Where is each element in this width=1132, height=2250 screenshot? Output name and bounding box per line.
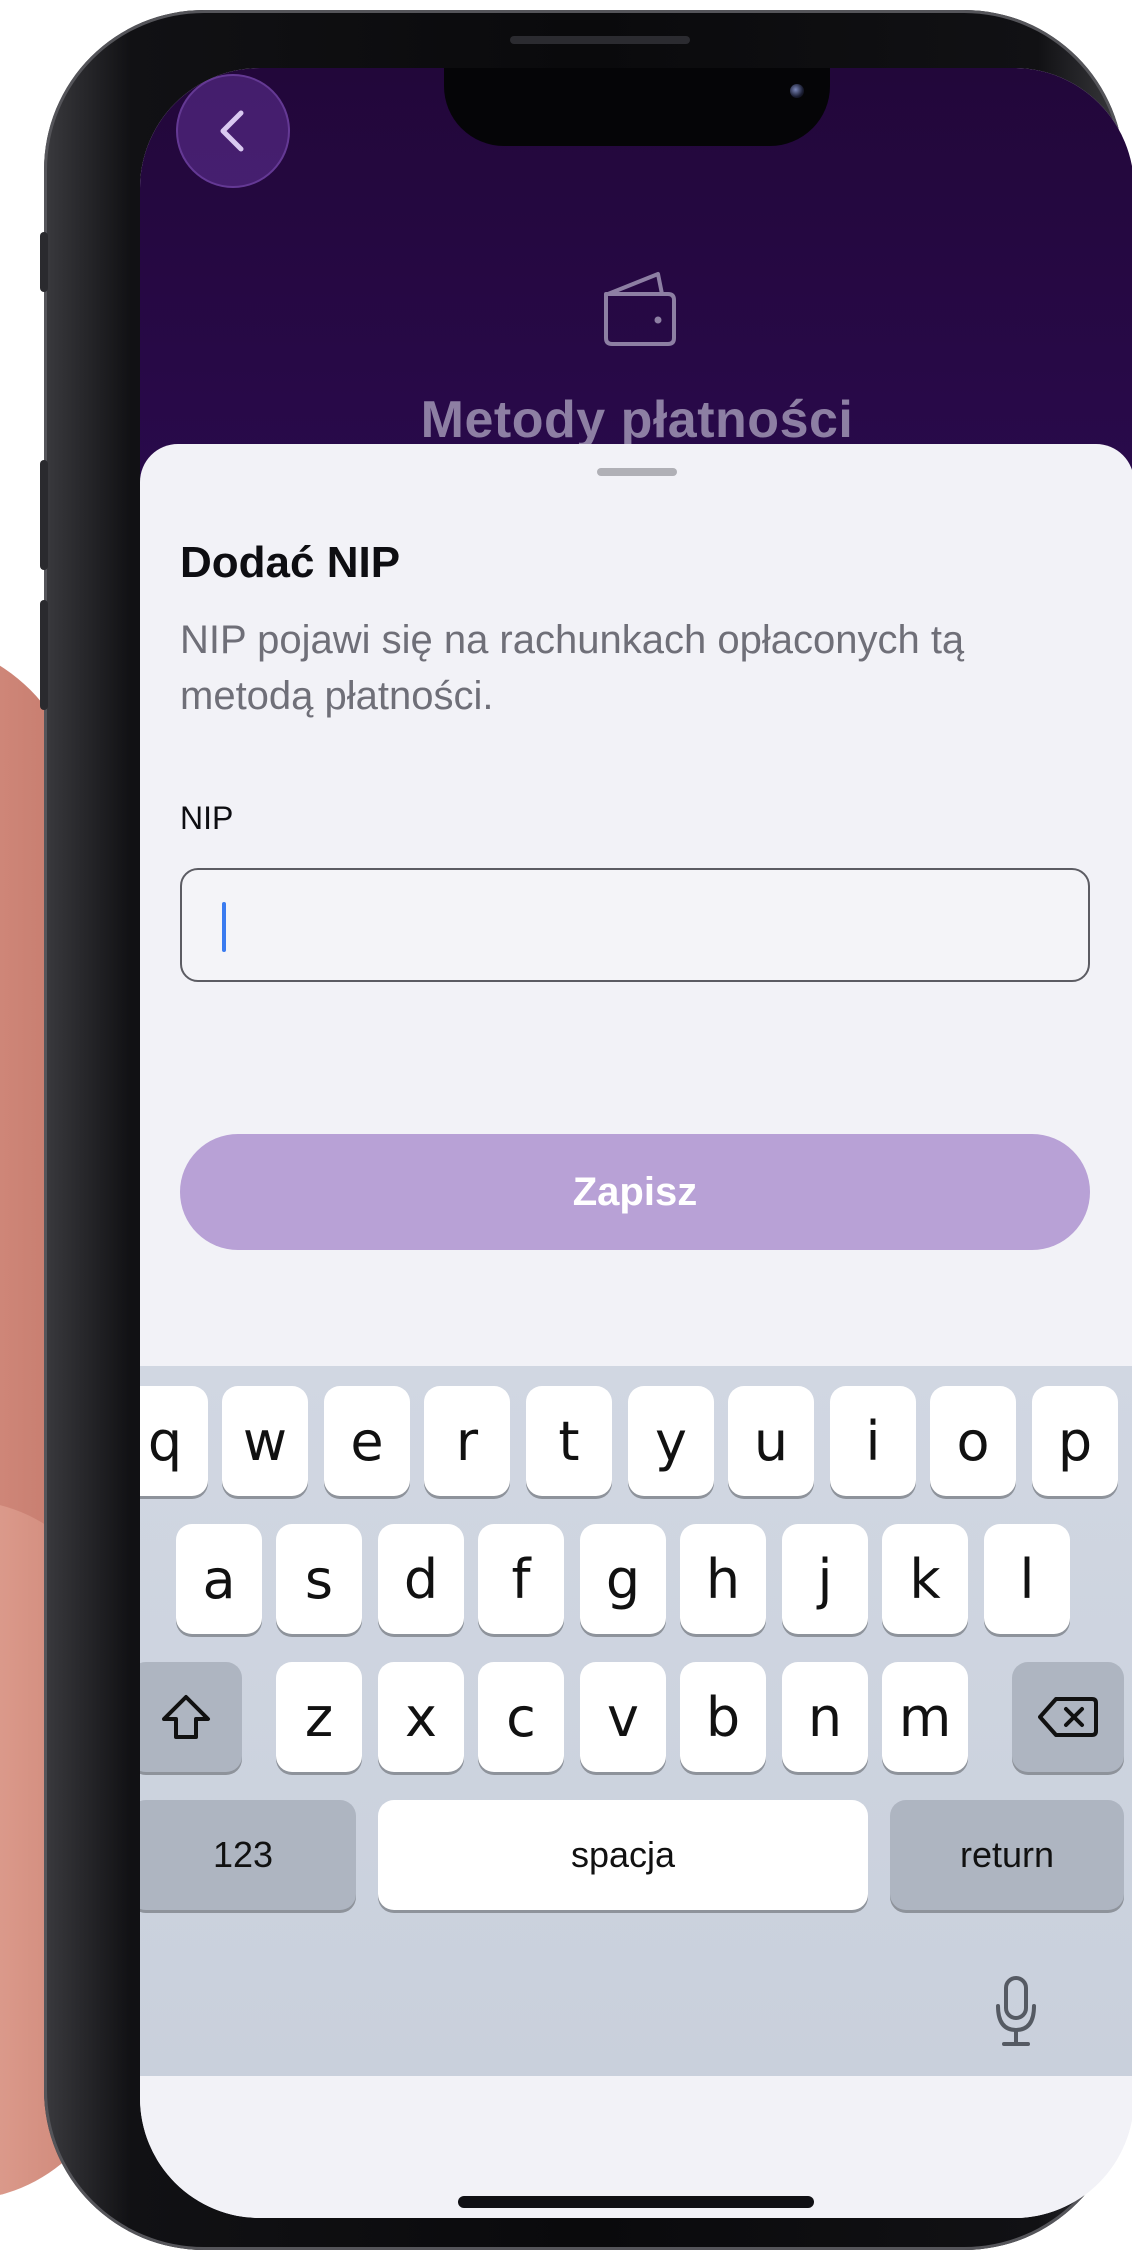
key-l[interactable]: l <box>984 1524 1070 1634</box>
volume-down-button <box>40 600 48 710</box>
key-c[interactable]: c <box>478 1662 564 1772</box>
back-button[interactable] <box>176 74 290 188</box>
nip-input[interactable] <box>180 868 1090 982</box>
numbers-key[interactable]: 123 <box>140 1800 356 1910</box>
space-key[interactable]: spacja <box>378 1800 868 1910</box>
photo-stage: Metody płatności Dodać NIP NIP pojawi si… <box>0 0 1132 2250</box>
return-key[interactable]: return <box>890 1800 1124 1910</box>
wallet-icon <box>604 272 676 346</box>
key-h[interactable]: h <box>680 1524 766 1634</box>
key-p[interactable]: p <box>1032 1386 1118 1496</box>
key-j[interactable]: j <box>782 1524 868 1634</box>
key-d[interactable]: d <box>378 1524 464 1634</box>
key-m[interactable]: m <box>882 1662 968 1772</box>
key-a[interactable]: a <box>176 1524 262 1634</box>
key-e[interactable]: e <box>324 1386 410 1496</box>
speaker-grille <box>510 36 690 44</box>
shift-key[interactable] <box>140 1662 242 1772</box>
page-title: Metody płatności <box>420 391 854 449</box>
notch <box>444 68 830 146</box>
keyboard: q w e r t y u i o p a s d f g h j k l z … <box>140 1366 1132 2076</box>
key-n[interactable]: n <box>782 1662 868 1772</box>
key-g[interactable]: g <box>580 1524 666 1634</box>
key-k[interactable]: k <box>882 1524 968 1634</box>
microphone-icon[interactable] <box>992 1974 1040 2050</box>
text-caret <box>222 902 226 952</box>
shift-icon <box>162 1695 210 1739</box>
mute-switch <box>40 232 48 292</box>
volume-up-button <box>40 460 48 570</box>
home-indicator[interactable] <box>458 2196 814 2208</box>
sheet-description: NIP pojawi się na rachunkach opłaconych … <box>180 618 965 718</box>
key-u[interactable]: u <box>728 1386 814 1496</box>
key-s[interactable]: s <box>276 1524 362 1634</box>
key-f[interactable]: f <box>478 1524 564 1634</box>
key-o[interactable]: o <box>930 1386 1016 1496</box>
key-r[interactable]: r <box>424 1386 510 1496</box>
delete-icon <box>1038 1697 1098 1737</box>
key-i[interactable]: i <box>830 1386 916 1496</box>
key-b[interactable]: b <box>680 1662 766 1772</box>
sheet-title: Dodać NIP <box>180 538 401 587</box>
key-w[interactable]: w <box>222 1386 308 1496</box>
key-q[interactable]: q <box>140 1386 208 1496</box>
key-v[interactable]: v <box>580 1662 666 1772</box>
save-button[interactable]: Zapisz <box>180 1134 1090 1250</box>
key-x[interactable]: x <box>378 1662 464 1772</box>
delete-key[interactable] <box>1012 1662 1124 1772</box>
phone-frame: Metody płatności Dodać NIP NIP pojawi si… <box>44 10 1132 2250</box>
chevron-left-icon <box>220 110 244 152</box>
phone-screen: Metody płatności Dodać NIP NIP pojawi si… <box>140 68 1132 2218</box>
camera-lens <box>790 84 804 98</box>
nip-field-label: NIP <box>180 800 234 836</box>
key-y[interactable]: y <box>628 1386 714 1496</box>
key-z[interactable]: z <box>276 1662 362 1772</box>
key-t[interactable]: t <box>526 1386 612 1496</box>
sheet-grabber[interactable] <box>597 468 677 476</box>
